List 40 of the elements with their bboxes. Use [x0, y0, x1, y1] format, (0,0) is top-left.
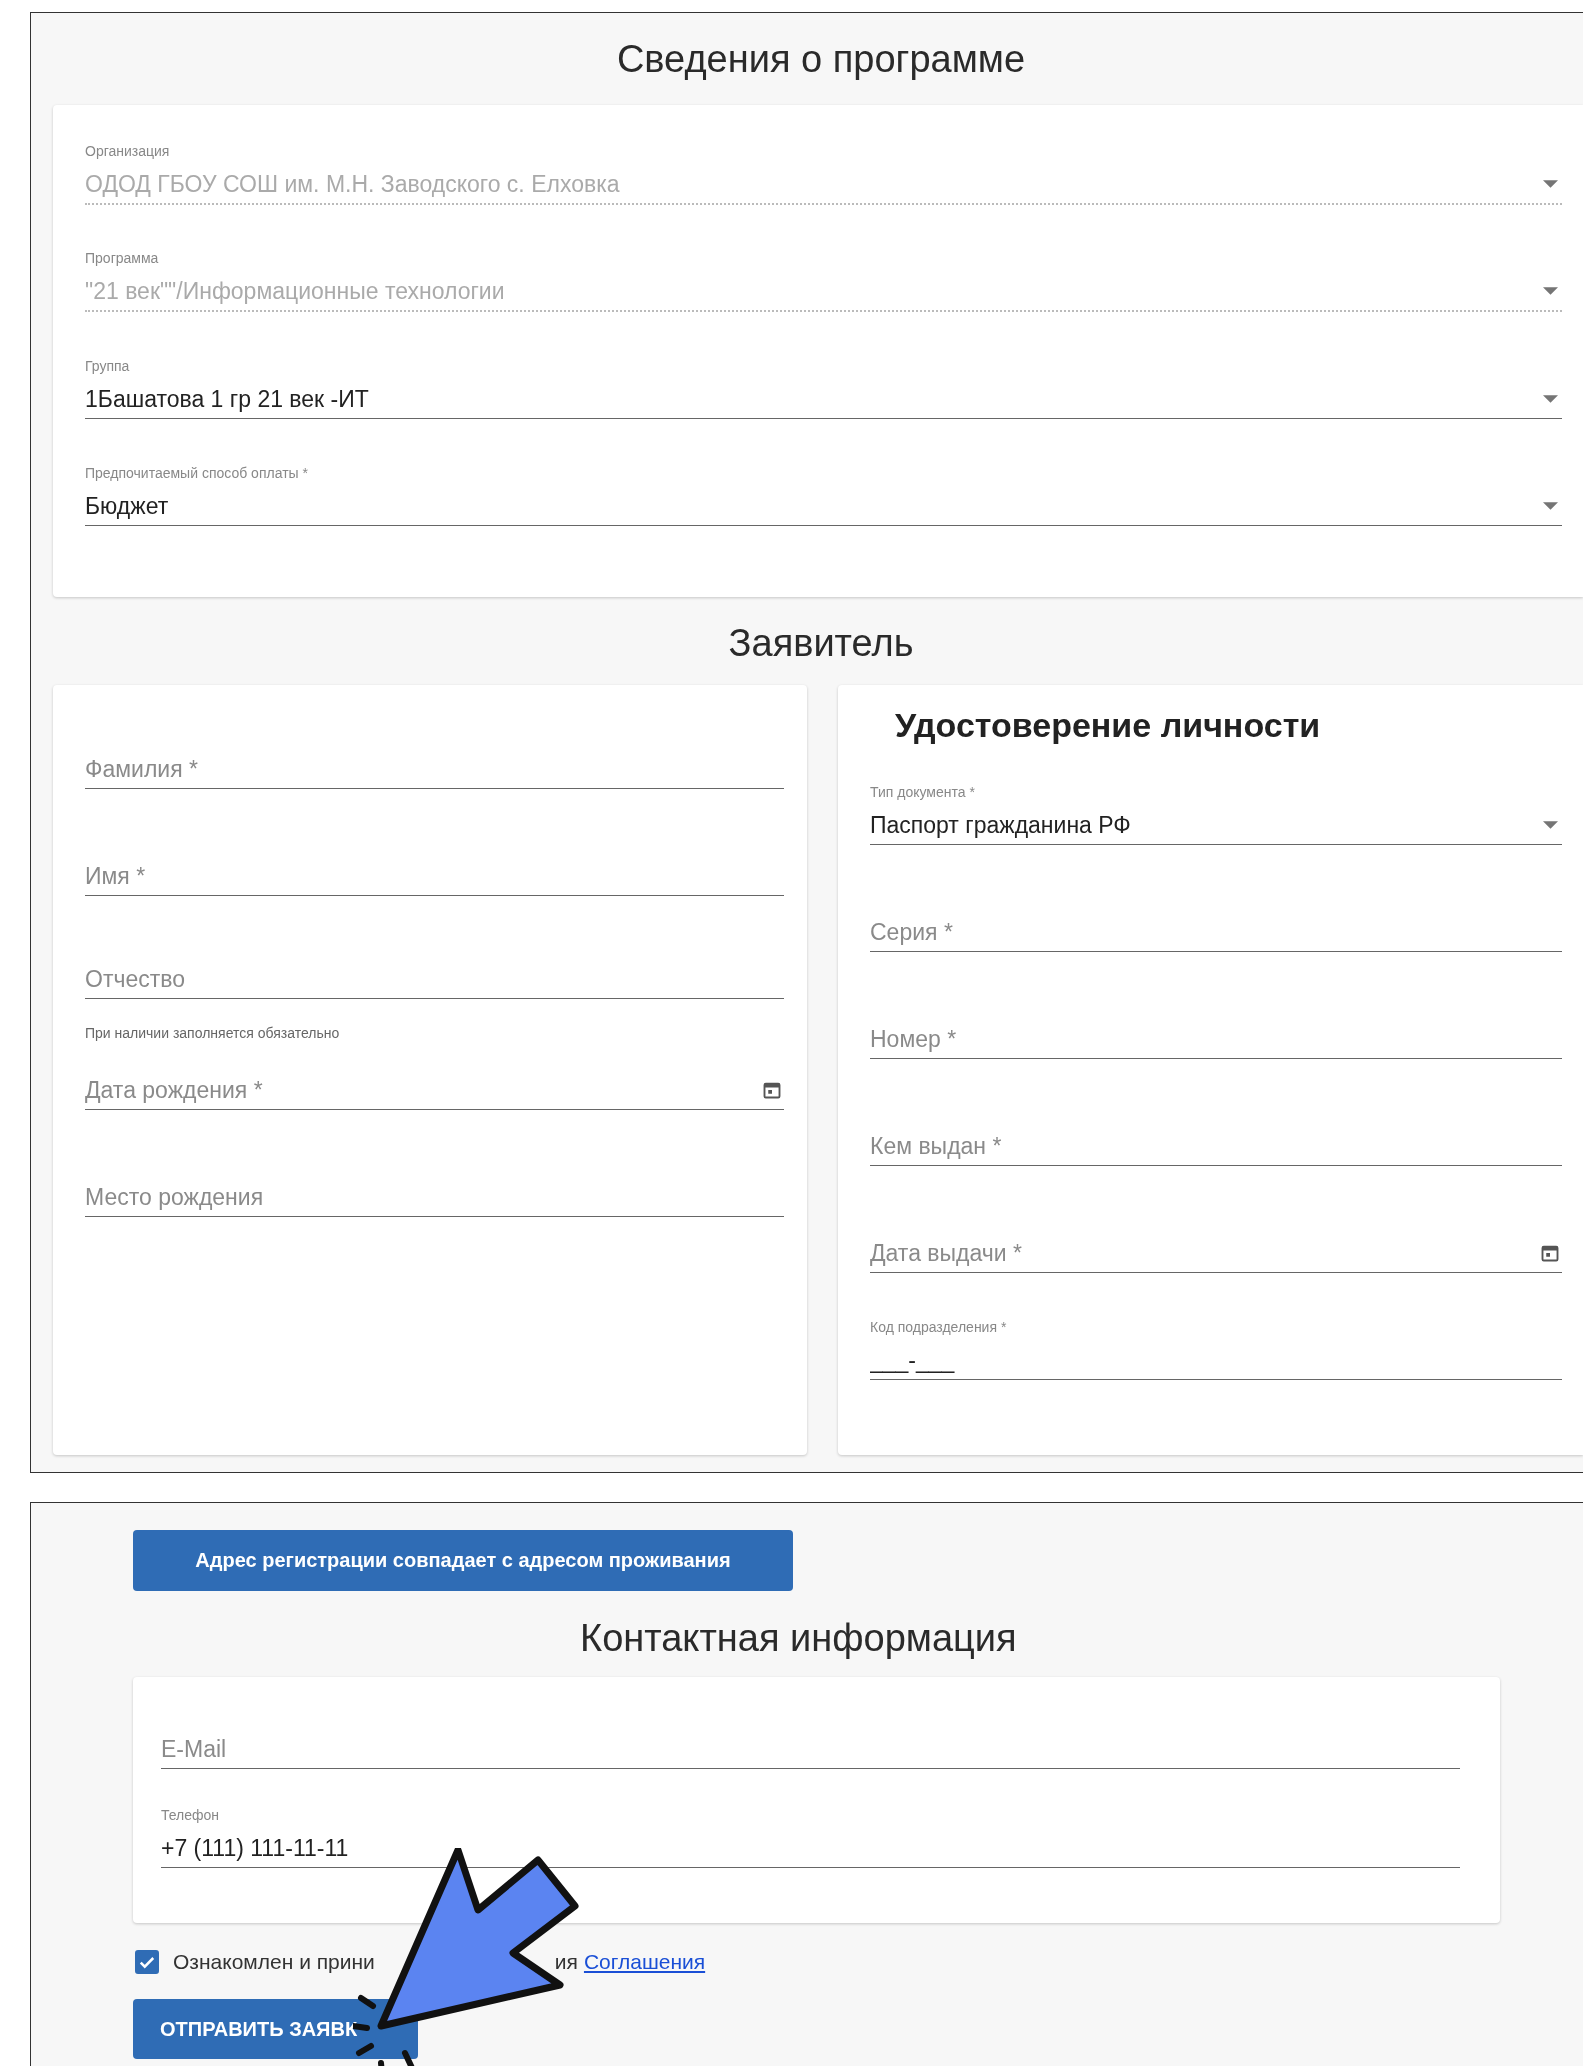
caret-icon [1543, 287, 1558, 295]
agreement-link[interactable]: Соглашения [583, 1950, 706, 1974]
input-field[interactable]: Место рождения [85, 1183, 784, 1211]
card-heading: Удостоверение личности [894, 705, 1322, 745]
input-field[interactable]: E-Mail [161, 1735, 1460, 1763]
field-label: Предпочитаемый способ оплаты * [85, 465, 309, 481]
input-field[interactable]: Фамилия * [85, 755, 784, 783]
input-field[interactable]: ___-___ [870, 1346, 1562, 1374]
field-label: Организация [85, 143, 171, 159]
same-address-button[interactable]: Адрес регистрации совпадает с адресом проживания [133, 1530, 793, 1591]
section-title: Сведения о программе [615, 37, 1027, 82]
caret-icon [1543, 502, 1558, 510]
input-field[interactable]: Серия * [870, 918, 1562, 946]
helper-text: При наличии заполняется обязательно [85, 1024, 341, 1043]
caret-icon [1543, 395, 1558, 403]
caret-icon [1543, 180, 1558, 188]
agreement-text: Ознакомлен и прини [173, 1950, 375, 1974]
input-field[interactable]: Номер * [870, 1025, 1562, 1053]
input-field[interactable]: +7 (111) 111-11-11 [161, 1834, 1460, 1862]
section-title: Контактная информация [579, 1616, 1018, 1661]
submit-button[interactable]: ОТПРАВИТЬ ЗАЯВК [133, 1999, 418, 2059]
select-field[interactable]: 1Башатова 1 гр 21 век -ИТ [85, 385, 1543, 413]
field-label: Группа [85, 358, 131, 374]
field-label: Телефон [161, 1807, 221, 1823]
select-field[interactable]: Бюджет [85, 492, 1543, 520]
field-label: Код подразделения * [870, 1319, 1008, 1335]
field-label: Программа [85, 250, 160, 266]
input-field[interactable]: Отчество [85, 965, 784, 993]
agreement-text: ия [554, 1950, 578, 1974]
date-field[interactable]: Дата рождения * [85, 1076, 762, 1104]
input-field[interactable]: Имя * [85, 862, 784, 890]
field-label: Тип документа * [870, 784, 976, 800]
checkbox[interactable] [135, 1950, 159, 1974]
caret-icon [1543, 821, 1558, 829]
section-title: Заявитель [727, 621, 915, 666]
input-field[interactable]: Кем выдан * [870, 1132, 1562, 1160]
date-field[interactable]: Дата выдачи * [870, 1239, 1540, 1267]
calendar-icon[interactable] [762, 1080, 782, 1100]
calendar-icon[interactable] [1540, 1243, 1560, 1263]
select-field[interactable]: Паспорт гражданина РФ [870, 811, 1543, 839]
